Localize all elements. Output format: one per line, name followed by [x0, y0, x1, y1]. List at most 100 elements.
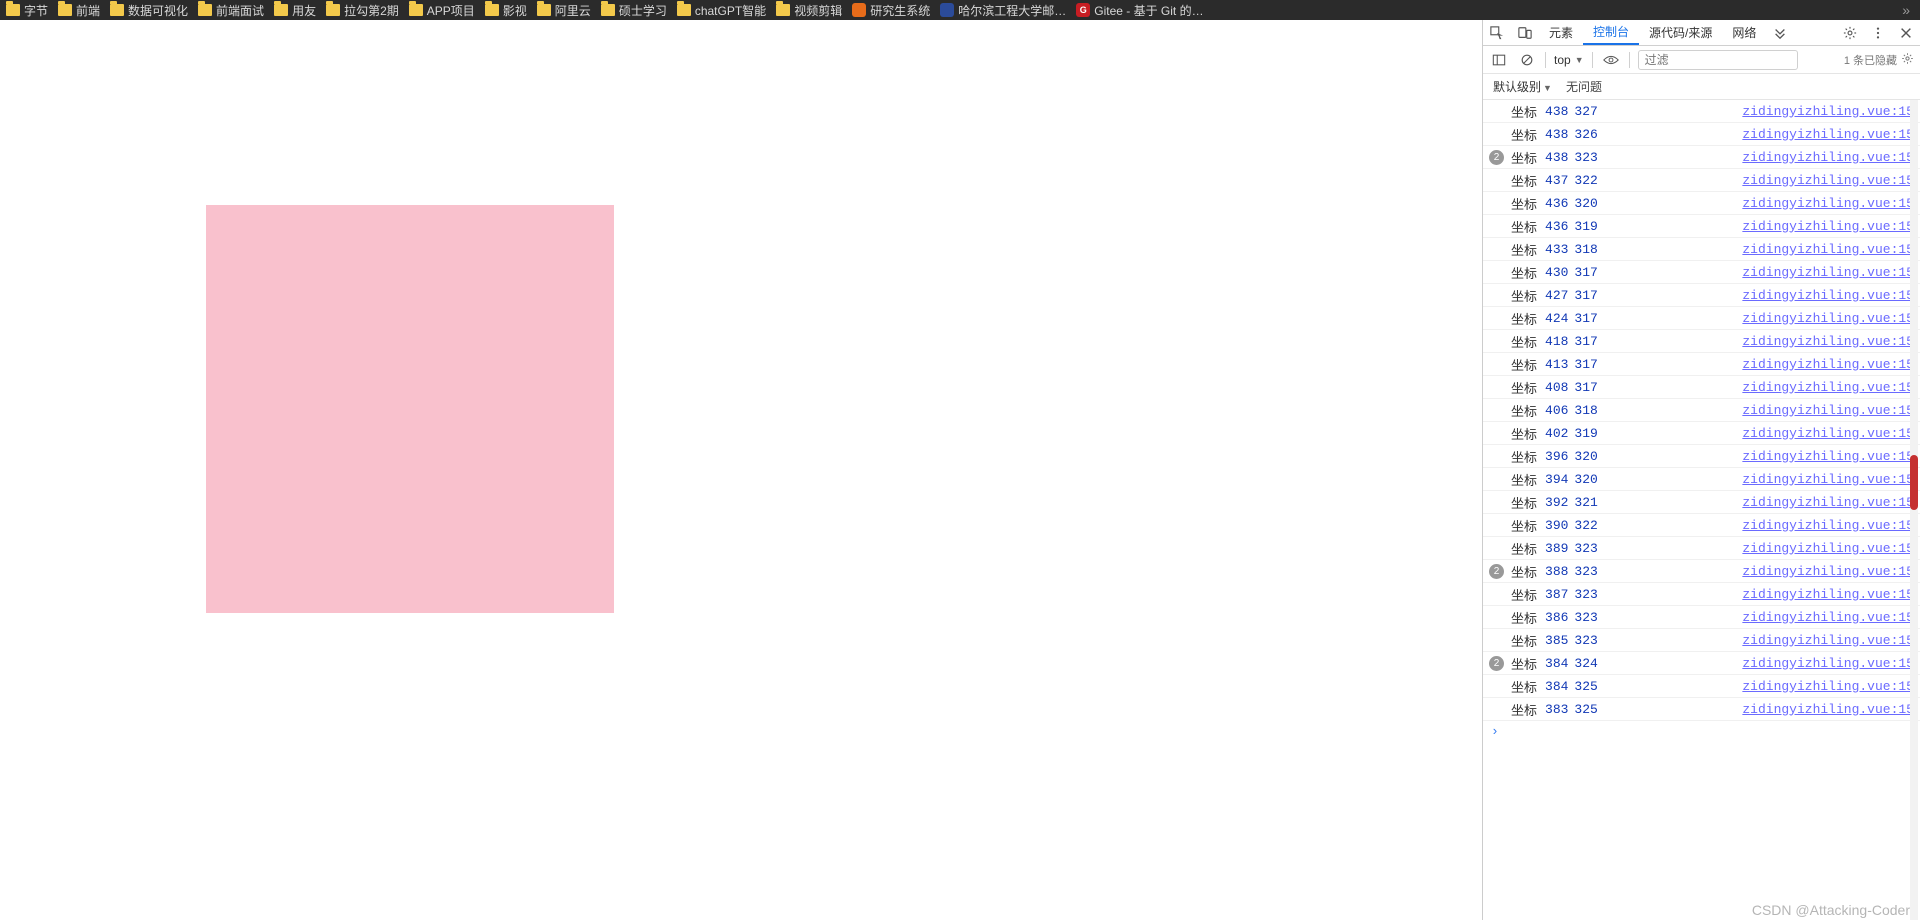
device-toolbar-icon[interactable] — [1511, 20, 1539, 45]
clear-console-icon[interactable] — [1517, 53, 1537, 67]
source-link[interactable]: zidingyizhiling.vue:15 — [1742, 104, 1914, 119]
bookmark-item[interactable]: 用友 — [274, 2, 316, 19]
bookmark-item[interactable]: 阿里云 — [537, 2, 591, 19]
bookmark-item[interactable]: 研究生系统 — [852, 2, 930, 19]
context-selector[interactable]: top ▼ — [1554, 53, 1584, 67]
bookmark-item[interactable]: 前端面试 — [198, 2, 264, 19]
source-link[interactable]: zidingyizhiling.vue:15 — [1742, 518, 1914, 533]
console-message[interactable]: 2坐标438323zidingyizhiling.vue:15 — [1483, 146, 1920, 169]
console-message[interactable]: 2坐标388323zidingyizhiling.vue:15 — [1483, 560, 1920, 583]
source-link[interactable]: zidingyizhiling.vue:15 — [1742, 472, 1914, 487]
console-message[interactable]: 坐标406318zidingyizhiling.vue:15 — [1483, 399, 1920, 422]
tab-elements[interactable]: 元素 — [1539, 20, 1583, 45]
bookmark-item[interactable]: 拉勾第2期 — [326, 2, 399, 19]
bookmark-item[interactable]: chatGPT智能 — [677, 2, 766, 19]
coord-y: 319 — [1574, 219, 1597, 234]
source-link[interactable]: zidingyizhiling.vue:15 — [1742, 219, 1914, 234]
kebab-menu-icon[interactable] — [1864, 20, 1892, 45]
console-message[interactable]: 坐标427317zidingyizhiling.vue:15 — [1483, 284, 1920, 307]
gear-small-icon[interactable] — [1901, 52, 1914, 68]
console-message[interactable]: 坐标424317zidingyizhiling.vue:15 — [1483, 307, 1920, 330]
bookmarks-overflow-icon[interactable]: » — [1898, 2, 1914, 18]
source-link[interactable]: zidingyizhiling.vue:15 — [1742, 150, 1914, 165]
console-message[interactable]: 坐标389323zidingyizhiling.vue:15 — [1483, 537, 1920, 560]
console-message[interactable]: 坐标396320zidingyizhiling.vue:15 — [1483, 445, 1920, 468]
source-link[interactable]: zidingyizhiling.vue:15 — [1742, 196, 1914, 211]
console-message[interactable]: 坐标437322zidingyizhiling.vue:15 — [1483, 169, 1920, 192]
source-link[interactable]: zidingyizhiling.vue:15 — [1742, 541, 1914, 556]
pink-box[interactable] — [206, 205, 614, 613]
bookmark-item[interactable]: 数据可视化 — [110, 2, 188, 19]
tab-console[interactable]: 控制台 — [1583, 20, 1639, 45]
source-link[interactable]: zidingyizhiling.vue:15 — [1742, 564, 1914, 579]
log-level-selector[interactable]: 默认级别▼ — [1493, 78, 1552, 95]
source-link[interactable]: zidingyizhiling.vue:15 — [1742, 449, 1914, 464]
console-message[interactable]: 坐标436319zidingyizhiling.vue:15 — [1483, 215, 1920, 238]
console-message[interactable]: 坐标392321zidingyizhiling.vue:15 — [1483, 491, 1920, 514]
sidebar-toggle-icon[interactable] — [1489, 53, 1509, 67]
scrollbar[interactable] — [1910, 100, 1918, 920]
console-message[interactable]: 坐标402319zidingyizhiling.vue:15 — [1483, 422, 1920, 445]
bookmark-item[interactable]: 硕士学习 — [601, 2, 667, 19]
coord-y: 320 — [1574, 196, 1597, 211]
source-link[interactable]: zidingyizhiling.vue:15 — [1742, 633, 1914, 648]
console-message[interactable]: 坐标390322zidingyizhiling.vue:15 — [1483, 514, 1920, 537]
tab-network[interactable]: 网络 — [1722, 20, 1766, 45]
bookmark-item[interactable]: 视频剪辑 — [776, 2, 842, 19]
bookmark-label: 硕士学习 — [619, 2, 667, 19]
tab-sources[interactable]: 源代码/来源 — [1639, 20, 1722, 45]
console-message[interactable]: 坐标418317zidingyizhiling.vue:15 — [1483, 330, 1920, 353]
hidden-count[interactable]: 1 条已隐藏 — [1844, 52, 1914, 68]
bookmark-item[interactable]: 哈尔滨工程大学邮… — [940, 2, 1066, 19]
console-message[interactable]: 坐标394320zidingyizhiling.vue:15 — [1483, 468, 1920, 491]
bookmark-label: 哈尔滨工程大学邮… — [958, 2, 1066, 19]
source-link[interactable]: zidingyizhiling.vue:15 — [1742, 311, 1914, 326]
source-link[interactable]: zidingyizhiling.vue:15 — [1742, 127, 1914, 142]
console-message[interactable]: 坐标384325zidingyizhiling.vue:15 — [1483, 675, 1920, 698]
source-link[interactable]: zidingyizhiling.vue:15 — [1742, 380, 1914, 395]
console-message[interactable]: 坐标386323zidingyizhiling.vue:15 — [1483, 606, 1920, 629]
source-link[interactable]: zidingyizhiling.vue:15 — [1742, 403, 1914, 418]
console-message[interactable]: 坐标433318zidingyizhiling.vue:15 — [1483, 238, 1920, 261]
source-link[interactable]: zidingyizhiling.vue:15 — [1742, 357, 1914, 372]
console-prompt[interactable]: › — [1483, 721, 1920, 741]
console-message[interactable]: 坐标385323zidingyizhiling.vue:15 — [1483, 629, 1920, 652]
inspect-element-icon[interactable] — [1483, 20, 1511, 45]
bookmark-item[interactable]: 影视 — [485, 2, 527, 19]
source-link[interactable]: zidingyizhiling.vue:15 — [1742, 679, 1914, 694]
bookmark-item[interactable]: APP项目 — [409, 2, 475, 19]
console-message[interactable]: 坐标413317zidingyizhiling.vue:15 — [1483, 353, 1920, 376]
source-link[interactable]: zidingyizhiling.vue:15 — [1742, 265, 1914, 280]
source-link[interactable]: zidingyizhiling.vue:15 — [1742, 288, 1914, 303]
source-link[interactable]: zidingyizhiling.vue:15 — [1742, 702, 1914, 717]
bookmark-item[interactable]: GGitee - 基于 Git 的… — [1076, 2, 1203, 19]
filter-input[interactable] — [1638, 50, 1798, 70]
coord-x: 427 — [1545, 288, 1568, 303]
source-link[interactable]: zidingyizhiling.vue:15 — [1742, 242, 1914, 257]
source-link[interactable]: zidingyizhiling.vue:15 — [1742, 587, 1914, 602]
close-devtools-icon[interactable] — [1892, 20, 1920, 45]
console-message[interactable]: 坐标438326zidingyizhiling.vue:15 — [1483, 123, 1920, 146]
console-message[interactable]: 坐标383325zidingyizhiling.vue:15 — [1483, 698, 1920, 721]
scrollbar-thumb[interactable] — [1910, 455, 1918, 510]
console-messages[interactable]: 坐标438327zidingyizhiling.vue:15坐标438326zi… — [1483, 100, 1920, 920]
msg-label: 坐标 — [1511, 217, 1537, 236]
source-link[interactable]: zidingyizhiling.vue:15 — [1742, 173, 1914, 188]
source-link[interactable]: zidingyizhiling.vue:15 — [1742, 495, 1914, 510]
settings-gear-icon[interactable] — [1836, 20, 1864, 45]
console-message[interactable]: 坐标438327zidingyizhiling.vue:15 — [1483, 100, 1920, 123]
console-message[interactable]: 坐标436320zidingyizhiling.vue:15 — [1483, 192, 1920, 215]
console-message[interactable]: 坐标408317zidingyizhiling.vue:15 — [1483, 376, 1920, 399]
console-message[interactable]: 坐标387323zidingyizhiling.vue:15 — [1483, 583, 1920, 606]
console-message[interactable]: 2坐标384324zidingyizhiling.vue:15 — [1483, 652, 1920, 675]
source-link[interactable]: zidingyizhiling.vue:15 — [1742, 334, 1914, 349]
live-expression-icon[interactable] — [1601, 54, 1621, 66]
source-link[interactable]: zidingyizhiling.vue:15 — [1742, 610, 1914, 625]
source-link[interactable]: zidingyizhiling.vue:15 — [1742, 426, 1914, 441]
bookmark-item[interactable]: 前端 — [58, 2, 100, 19]
more-tabs-icon[interactable] — [1766, 20, 1794, 45]
source-link[interactable]: zidingyizhiling.vue:15 — [1742, 656, 1914, 671]
console-message[interactable]: 坐标430317zidingyizhiling.vue:15 — [1483, 261, 1920, 284]
msg-label: 坐标 — [1511, 263, 1537, 282]
bookmark-item[interactable]: 字节 — [6, 2, 48, 19]
